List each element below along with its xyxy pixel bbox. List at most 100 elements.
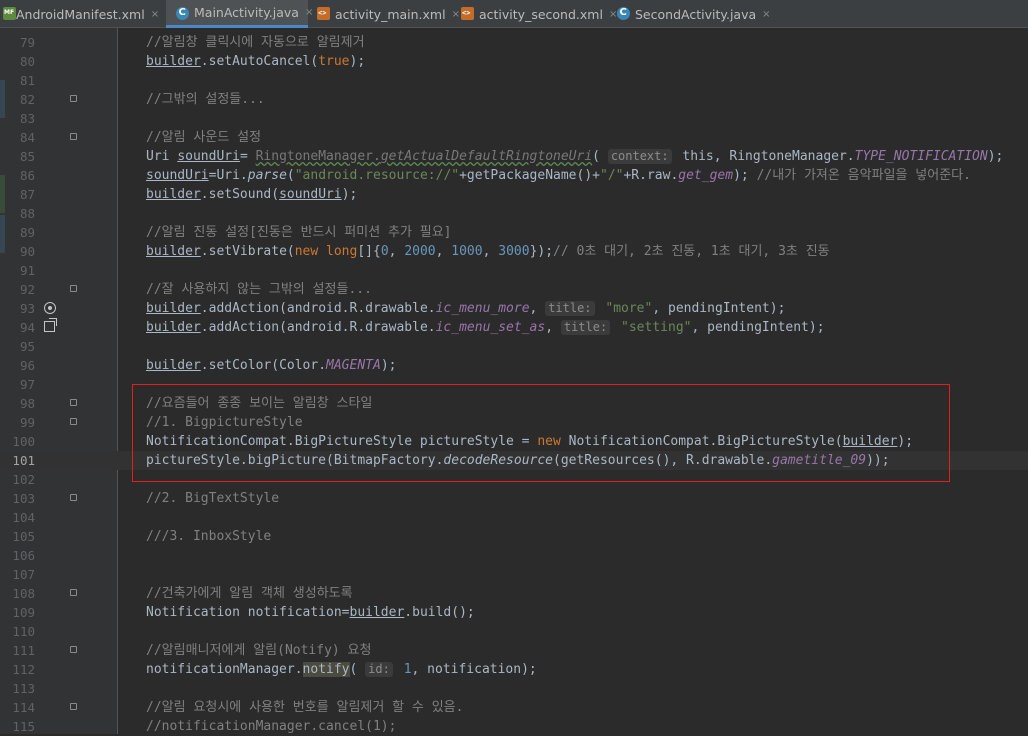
code-comment: //notificationManager.cancel(1);	[146, 719, 397, 734]
editor-tab-bar: AndroidManifest.xml × MainActivity.java …	[0, 0, 1028, 28]
code-line[interactable]: 91	[0, 261, 1028, 280]
code-line[interactable]: 92 //잘 사용하지 않는 그밖의 설정들...	[0, 280, 1028, 299]
code-token: );	[341, 187, 358, 202]
code-line[interactable]: 107	[0, 565, 1028, 584]
code-text: Notification notification=builder.build(…	[146, 603, 475, 622]
code-token: Uri	[146, 149, 178, 164]
fold-toggle-icon[interactable]	[70, 589, 77, 596]
code-line[interactable]: 93 builder.addAction(android.R.drawable.i…	[0, 299, 1028, 318]
code-token: decodeResource	[443, 453, 553, 468]
code-line[interactable]: 81	[0, 71, 1028, 90]
code-comment: //알림매니저에게 알림(Notify) 요청	[146, 643, 372, 658]
code-line[interactable]: 89 //알림 진동 설정[진동은 반드시 퍼미션 추가 필요]	[0, 223, 1028, 242]
line-number: 79	[19, 35, 35, 50]
code-text: //1. BigpictureStyle	[146, 413, 303, 432]
code-line[interactable]: 82 //그밖의 설정들...	[0, 90, 1028, 109]
code-line[interactable]: 97	[0, 375, 1028, 394]
code-text: Uri soundUri= RingtoneManager.getActualD…	[146, 147, 1003, 166]
line-number: 107	[12, 567, 35, 582]
fold-toggle-icon[interactable]	[70, 285, 77, 292]
code-line[interactable]: 83	[0, 109, 1028, 128]
code-token: MAGENTA	[326, 358, 381, 373]
code-token: "more"	[605, 301, 653, 316]
code-line[interactable]: 103 //2. BigTextStyle	[0, 489, 1028, 508]
code-line[interactable]: 112 notificationManager.notify( id: 1, no…	[0, 660, 1028, 679]
code-line[interactable]: 115 //notificationManager.cancel(1);	[0, 717, 1028, 736]
code-line[interactable]: 99 //1. BigpictureStyle	[0, 413, 1028, 432]
code-line[interactable]: 86 soundUri=Uri.parse("android.resource:/…	[0, 166, 1028, 185]
line-number: 90	[19, 244, 35, 259]
code-token: builder	[146, 187, 201, 202]
code-token: builder	[146, 358, 201, 373]
line-number: 106	[12, 548, 35, 563]
code-line[interactable]: 113	[0, 679, 1028, 698]
code-token: .build();	[404, 605, 475, 620]
tab-activity-main-xml[interactable]: activity_main.xml ×	[309, 0, 460, 28]
code-text: builder.setSound(soundUri);	[146, 185, 357, 204]
code-line[interactable]: 94 builder.addAction(android.R.drawable.i…	[0, 318, 1028, 337]
line-number: 109	[12, 605, 35, 620]
code-text: //2. BigTextStyle	[146, 489, 279, 508]
code-line[interactable]: 87 builder.setSound(soundUri);	[0, 185, 1028, 204]
fold-toggle-icon[interactable]	[70, 95, 77, 102]
close-icon[interactable]: ×	[762, 9, 770, 20]
code-token: });	[529, 244, 554, 259]
code-text: builder.setAutoCancel(true);	[146, 52, 365, 71]
drawable-preview-icon[interactable]	[44, 302, 56, 314]
code-line[interactable]: 101 pictureStyle.bigPicture(BitmapFactory…	[0, 451, 1028, 470]
line-number: 91	[19, 263, 35, 278]
fold-toggle-icon[interactable]	[70, 133, 77, 140]
code-line[interactable]: 96 builder.setColor(Color.MAGENTA);	[0, 356, 1028, 375]
code-line[interactable]: 79 //알림창 클릭시에 자동으로 알림제거	[0, 33, 1028, 52]
fold-toggle-icon[interactable]	[70, 646, 77, 653]
fold-toggle-icon[interactable]	[70, 418, 77, 425]
parameter-hint: title:	[560, 320, 611, 335]
code-token: builder	[842, 434, 898, 449]
code-token: get_gem	[678, 168, 734, 183]
tab-android-manifest[interactable]: AndroidManifest.xml ×	[0, 0, 165, 28]
fold-toggle-icon[interactable]	[70, 494, 77, 501]
code-comment: //2. BigTextStyle	[146, 491, 280, 506]
code-line[interactable]: 110	[0, 622, 1028, 641]
drawable-preview-icon[interactable]	[44, 321, 55, 332]
tab-label: activity_second.xml	[479, 6, 603, 22]
code-line[interactable]: 88	[0, 204, 1028, 223]
code-line[interactable]: 104	[0, 508, 1028, 527]
tab-main-activity[interactable]: MainActivity.java ×	[166, 0, 313, 28]
code-line[interactable]: 109 Notification notification=builder.bui…	[0, 603, 1028, 622]
code-line[interactable]: 105 ///3. InboxStyle	[0, 527, 1028, 546]
code-token: , pendingIntent);	[691, 320, 825, 335]
code-line[interactable]: 102	[0, 470, 1028, 489]
code-text: //알림창 클릭시에 자동으로 알림제거	[146, 33, 365, 52]
code-line[interactable]: 90 builder.setVibrate(new long[]{0, 2000,…	[0, 242, 1028, 261]
close-icon[interactable]: ×	[151, 9, 159, 20]
code-line[interactable]: 111 //알림매니저에게 알림(Notify) 요청	[0, 641, 1028, 660]
code-token: +R.raw.	[623, 168, 679, 183]
code-line[interactable]: 95	[0, 337, 1028, 356]
code-line[interactable]: 98 //요즘들어 종종 보이는 알림창 스타일	[0, 394, 1028, 413]
code-line[interactable]: 84 //알림 사운드 설정	[0, 128, 1028, 147]
code-token: =	[239, 149, 256, 164]
fold-toggle-icon[interactable]	[70, 703, 77, 710]
code-line[interactable]: 114 //알림 요청시에 사용한 번호를 알림제거 할 수 있음.	[0, 698, 1028, 717]
code-line[interactable]: 80 builder.setAutoCancel(true);	[0, 52, 1028, 71]
tab-second-activity[interactable]: SecondActivity.java ×	[609, 0, 771, 28]
code-token: 1000	[451, 244, 483, 259]
code-token: NotificationCompat.BigPictureStyle(	[560, 434, 843, 449]
code-line[interactable]: 106	[0, 546, 1028, 565]
code-line[interactable]: 108 //건축가에게 알림 객체 생성하도록	[0, 584, 1028, 603]
code-token: parse	[247, 168, 287, 183]
line-number: 115	[12, 719, 35, 734]
code-text: //알림 요청시에 사용한 번호를 알림제거 할 수 있음.	[146, 698, 463, 717]
code-line[interactable]: 85 Uri soundUri= RingtoneManager.getActua…	[0, 147, 1028, 166]
code-text: //notificationManager.cancel(1);	[146, 717, 396, 736]
code-line[interactable]: 100 NotificationCompat.BigPictureStyle pi…	[0, 432, 1028, 451]
code-token: ic_menu_more	[435, 301, 530, 316]
code-token: NotificationCompat.BigPictureStyle pictu…	[146, 434, 538, 449]
line-number: 113	[12, 681, 35, 696]
fold-toggle-icon[interactable]	[70, 399, 77, 406]
tab-activity-second-xml[interactable]: activity_second.xml ×	[453, 0, 617, 28]
xml-layout-icon	[317, 7, 330, 20]
code-token: new long	[294, 244, 358, 259]
line-number: 112	[12, 662, 35, 677]
